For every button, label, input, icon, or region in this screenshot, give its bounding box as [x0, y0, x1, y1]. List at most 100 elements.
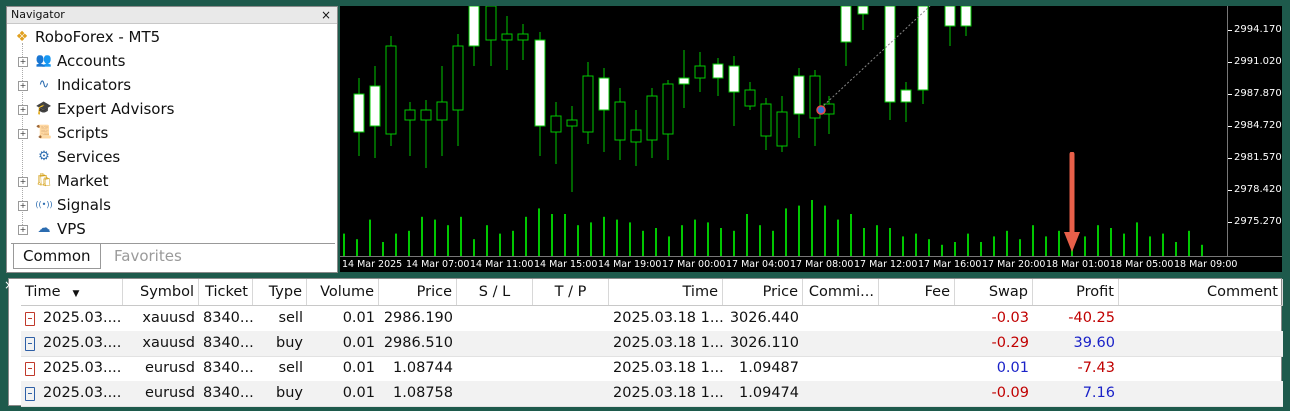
cell-swap: -0.09: [955, 381, 1033, 406]
column-header-sl[interactable]: S / L: [457, 279, 533, 305]
candle-body: [728, 65, 740, 93]
sell-order-icon: [25, 312, 35, 326]
cell-text: 2025.03.18 1...: [613, 335, 723, 351]
sell-order-icon: [25, 362, 35, 376]
column-header-time2[interactable]: Time: [609, 279, 723, 305]
column-header-type[interactable]: Type: [253, 279, 307, 305]
navigator-close-icon[interactable]: ×: [321, 7, 331, 23]
cell-text: 0.01: [342, 360, 375, 376]
column-header-symbol[interactable]: Symbol: [123, 279, 199, 305]
table-row[interactable]: 2025.03.... eurusd 8340... buy 0.01 1.08758 20…: [21, 381, 1283, 407]
cell-text: 1.08758: [393, 385, 453, 401]
column-header-label: Time: [682, 284, 719, 300]
cell-text: 0.01: [342, 385, 375, 401]
table-row[interactable]: 2025.03.... eurusd 8340... sell 0.01 1.08744 2…: [21, 356, 1283, 382]
tree-item-label: Accounts: [57, 52, 126, 70]
table-row[interactable]: 2025.03.... xauusd 8340... buy 0.01 2986.510 2…: [21, 331, 1283, 357]
time-tick-label: 17 Mar 00:00: [662, 259, 726, 270]
expand-icon[interactable]: +: [18, 129, 28, 139]
cell-fee: [879, 331, 955, 356]
cell-tp: [533, 306, 609, 331]
cell-ticket: 8340...: [199, 306, 253, 331]
toolbox-close-icon[interactable]: ×: [2, 278, 16, 292]
column-header-label: Ticket: [205, 284, 248, 300]
candle-body: [793, 75, 805, 115]
cell-text: 3026.440: [729, 310, 799, 326]
cell-comment: [1119, 331, 1283, 356]
expand-icon[interactable]: +: [18, 105, 28, 115]
candle-body: [960, 6, 972, 27]
cell-volume: 0.01: [307, 331, 379, 356]
candle-body: [517, 33, 529, 41]
candle-body: [598, 77, 610, 111]
buy-order-icon: [25, 387, 35, 401]
cell-time2: 2025.03.18 1...: [609, 331, 723, 356]
cell-commission: [803, 306, 879, 331]
expand-icon[interactable]: +: [18, 57, 28, 67]
candle-body: [385, 45, 397, 135]
column-header-volume[interactable]: Volume: [307, 279, 379, 305]
broker-logo-icon: ❖: [15, 29, 29, 45]
cell-text: 39.60: [1073, 335, 1115, 351]
price-tick-mark: [1228, 94, 1232, 95]
expand-icon[interactable]: +: [18, 177, 28, 187]
column-header-swap[interactable]: Swap: [955, 279, 1033, 305]
candle-body: [436, 101, 448, 121]
navigator-panel: Navigator × ❖ RoboForex - MT5 + 👥 Accounts…: [6, 6, 338, 273]
cell-type: sell: [253, 356, 307, 381]
cell-volume: 0.01: [307, 356, 379, 381]
column-header-price2[interactable]: Price: [723, 279, 803, 305]
candle-body: [678, 77, 690, 85]
column-header-comment[interactable]: Comment: [1119, 279, 1283, 305]
cell-price2: 1.09474: [723, 381, 803, 406]
tab-favorites[interactable]: Favorites: [105, 244, 191, 268]
cell-text: 2025.03....: [43, 335, 122, 351]
cell-price2: 3026.110: [723, 331, 803, 356]
cell-text: sell: [278, 310, 303, 326]
cell-type: sell: [253, 306, 307, 331]
trade-entry-marker[interactable]: [816, 105, 826, 115]
candle-body: [944, 6, 956, 27]
expand-icon[interactable]: +: [18, 81, 28, 91]
table-row[interactable]: 2025.03.... xauusd 8340... sell 0.01 2986.190…: [21, 306, 1283, 332]
cell-swap: 0.01: [955, 356, 1033, 381]
trade-connector-line: [820, 6, 931, 109]
column-header-price[interactable]: Price: [379, 279, 457, 305]
cell-text: -7.43: [1077, 360, 1115, 376]
column-header-time[interactable]: Time ▼: [21, 279, 123, 305]
candle-body: [501, 33, 513, 41]
cell-profit: 39.60: [1033, 331, 1119, 356]
expand-icon[interactable]: +: [18, 225, 28, 235]
price-tick-label: 2994.170: [1234, 24, 1282, 35]
time-tick-label: 17 Mar 20:00: [982, 259, 1046, 270]
expand-icon[interactable]: +: [18, 201, 28, 211]
column-header-profit[interactable]: Profit: [1033, 279, 1119, 305]
cell-profit: -40.25: [1033, 306, 1119, 331]
cell-text: buy: [276, 385, 303, 401]
cell-sl: [457, 356, 533, 381]
cell-comment: [1119, 381, 1283, 406]
tab-common[interactable]: Common: [13, 244, 101, 269]
cell-commission: [803, 381, 879, 406]
cell-swap: -0.29: [955, 331, 1033, 356]
price-chart[interactable]: [340, 6, 1227, 256]
column-header-ticket[interactable]: Ticket: [199, 279, 253, 305]
column-header-tp[interactable]: T / P: [533, 279, 609, 305]
tree-item-label: Indicators: [57, 76, 132, 94]
time-tick-label: 14 Mar 11:00: [470, 259, 534, 270]
arrow-head: [1064, 232, 1080, 252]
cell-ticket: 8340...: [199, 356, 253, 381]
column-header-commission[interactable]: Commi...: [803, 279, 879, 305]
cell-time2: 2025.03.18 1...: [609, 381, 723, 406]
column-header-fee[interactable]: Fee: [879, 279, 955, 305]
cell-sl: [457, 306, 533, 331]
cell-symbol: xauusd: [123, 331, 199, 356]
cell-fee: [879, 356, 955, 381]
time-tick-label: 14 Mar 07:00: [406, 259, 470, 270]
candle-body: [485, 6, 497, 41]
time-tick-label: 18 Mar 09:00: [1174, 259, 1238, 270]
buy-order-icon: [25, 337, 35, 351]
cell-text: -0.29: [991, 335, 1029, 351]
cell-commission: [803, 356, 879, 381]
price-axis: 2994.170 2991.020 2987.870 2984.720 2981.570…: [1227, 6, 1282, 256]
